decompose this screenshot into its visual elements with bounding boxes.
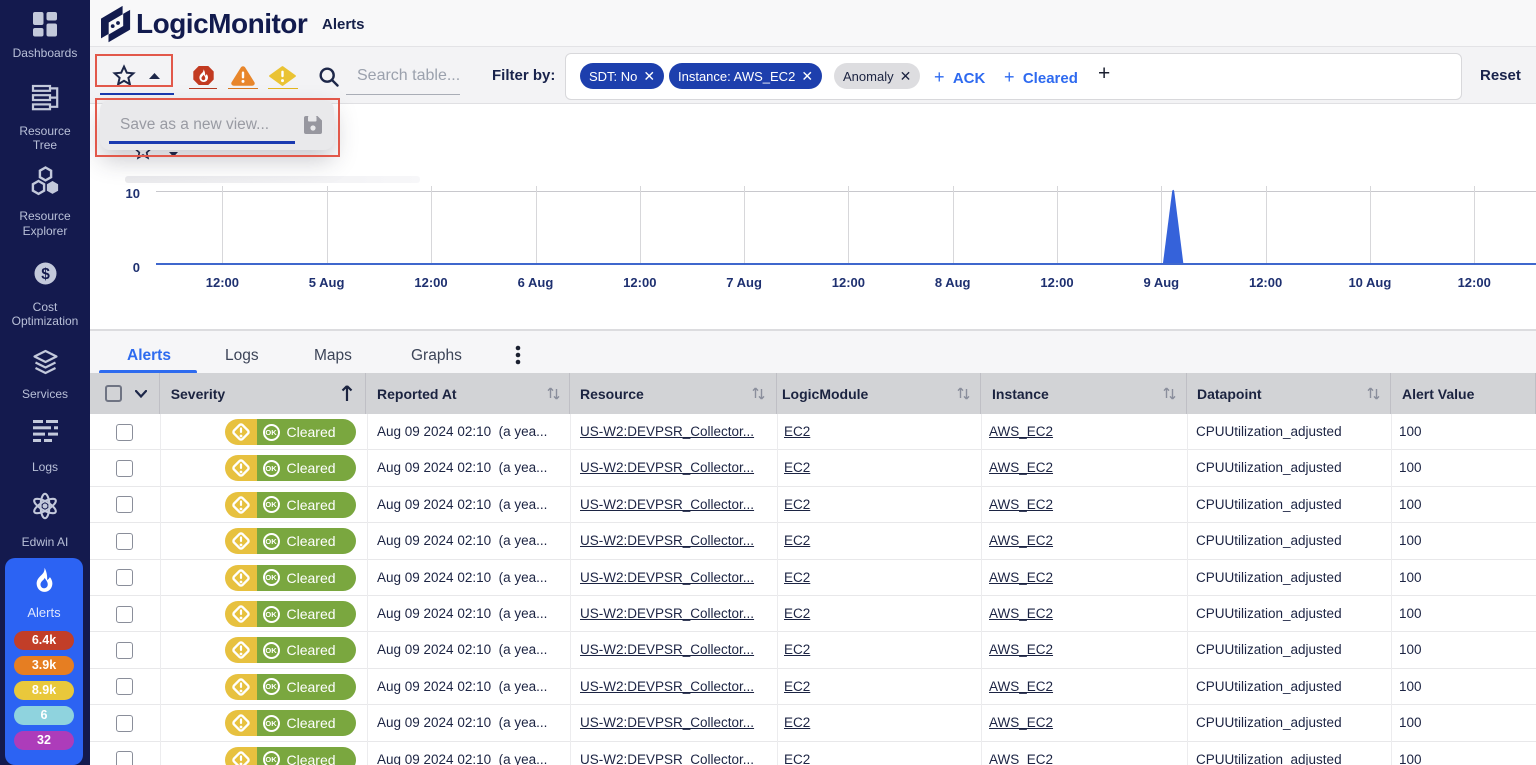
svg-text:$: $	[41, 266, 50, 283]
